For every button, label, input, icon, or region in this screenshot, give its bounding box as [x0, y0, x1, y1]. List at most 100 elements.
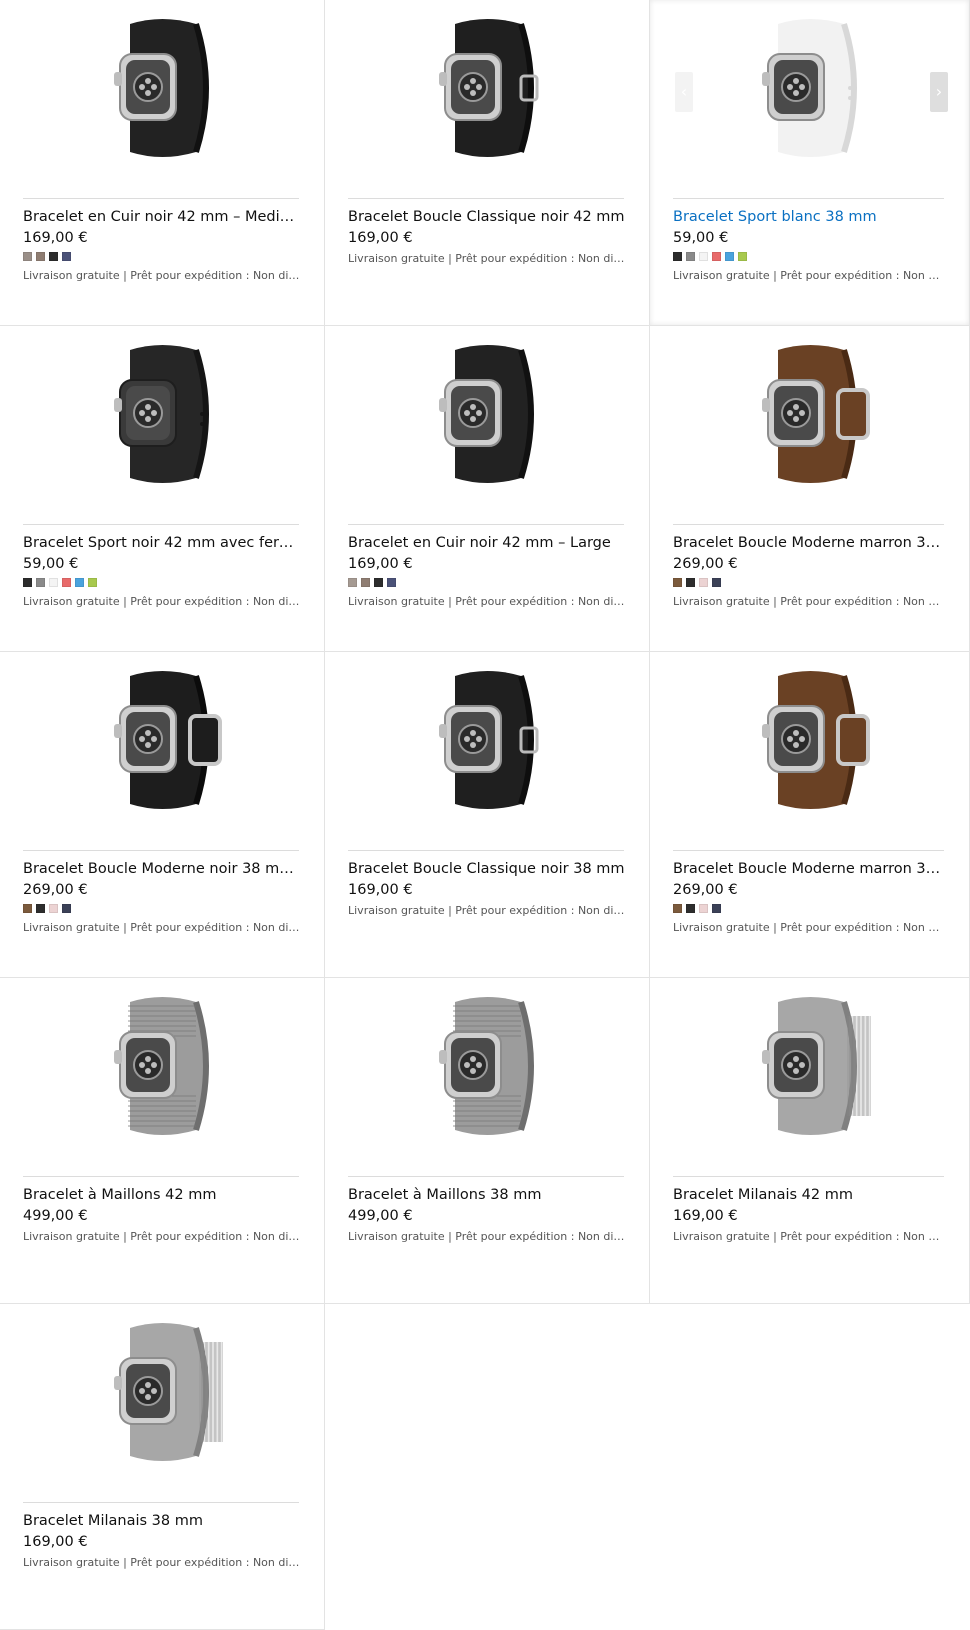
product-card[interactable]: Bracelet Milanais 42 mm 169,00 € Livraison…	[650, 978, 970, 1304]
shipping-info: Livraison gratuite | Prêt pour expéditio…	[673, 921, 945, 934]
color-swatch[interactable]	[49, 252, 58, 261]
color-swatch[interactable]	[725, 252, 734, 261]
product-image[interactable]	[92, 670, 232, 810]
product-image[interactable]	[417, 996, 557, 1136]
divider	[23, 198, 299, 199]
product-title[interactable]: Bracelet en Cuir noir 42 mm – Medium	[23, 209, 300, 225]
shipping-info: Livraison gratuite | Prêt pour expéditio…	[23, 269, 300, 282]
color-swatch[interactable]	[23, 578, 32, 587]
color-swatch[interactable]	[23, 904, 32, 913]
product-image[interactable]	[92, 344, 232, 484]
color-swatch[interactable]	[348, 578, 357, 587]
divider	[348, 524, 624, 525]
color-swatch[interactable]	[36, 252, 45, 261]
divider	[23, 850, 299, 851]
product-title[interactable]: Bracelet Boucle Moderne noir 38 mm – Med…	[23, 861, 300, 877]
color-swatches	[348, 578, 396, 588]
color-swatch[interactable]	[49, 904, 58, 913]
product-title[interactable]: Bracelet Boucle Moderne marron 38 mm – S…	[673, 535, 945, 551]
product-card[interactable]: Bracelet Milanais 38 mm 169,00 € Livraison…	[0, 1304, 325, 1630]
product-title[interactable]: Bracelet Boucle Moderne marron 38 mm – M…	[673, 861, 945, 877]
color-swatch[interactable]	[712, 904, 721, 913]
color-swatches	[23, 252, 71, 262]
product-image[interactable]	[740, 344, 880, 484]
shipping-info: Livraison gratuite | Prêt pour expéditio…	[23, 1556, 300, 1569]
product-title[interactable]: Bracelet Boucle Classique noir 42 mm	[348, 209, 625, 225]
product-image[interactable]	[92, 1322, 232, 1462]
product-card[interactable]: Bracelet Boucle Moderne marron 38 mm – M…	[650, 652, 970, 978]
color-swatch[interactable]	[686, 578, 695, 587]
product-card[interactable]: Bracelet Boucle Classique noir 38 mm 169,…	[325, 652, 650, 978]
product-image[interactable]	[417, 344, 557, 484]
color-swatch[interactable]	[23, 252, 32, 261]
product-card[interactable]: Bracelet à Maillons 38 mm 499,00 € Livrais…	[325, 978, 650, 1304]
color-swatch[interactable]	[673, 252, 682, 261]
divider	[348, 1176, 624, 1177]
color-swatch[interactable]	[36, 578, 45, 587]
color-swatches	[673, 252, 747, 262]
product-price: 499,00 €	[23, 1208, 88, 1224]
product-image[interactable]	[417, 670, 557, 810]
shipping-info: Livraison gratuite | Prêt pour expéditio…	[673, 595, 945, 608]
product-image[interactable]	[740, 18, 880, 158]
product-image[interactable]	[417, 18, 557, 158]
product-title[interactable]: Bracelet à Maillons 42 mm	[23, 1187, 300, 1203]
product-card[interactable]: Bracelet Boucle Classique noir 42 mm 169,…	[325, 0, 650, 326]
product-card[interactable]: Bracelet Sport noir 42 mm avec fermoir e…	[0, 326, 325, 652]
product-title[interactable]: Bracelet Milanais 38 mm	[23, 1513, 300, 1529]
product-title[interactable]: Bracelet Milanais 42 mm	[673, 1187, 945, 1203]
color-swatch[interactable]	[699, 252, 708, 261]
product-title[interactable]: Bracelet en Cuir noir 42 mm – Large	[348, 535, 625, 551]
color-swatch[interactable]	[75, 578, 84, 587]
product-title[interactable]: Bracelet Sport blanc 38 mm	[673, 209, 945, 225]
product-price: 169,00 €	[23, 230, 88, 246]
color-swatch[interactable]	[712, 578, 721, 587]
product-card[interactable]: Bracelet en Cuir noir 42 mm – Medium 169,…	[0, 0, 325, 326]
product-price: 59,00 €	[673, 230, 729, 246]
color-swatch[interactable]	[62, 578, 71, 587]
product-card[interactable]: Bracelet en Cuir noir 42 mm – Large 169,0…	[325, 326, 650, 652]
product-price: 499,00 €	[348, 1208, 413, 1224]
shipping-info: Livraison gratuite | Prêt pour expéditio…	[23, 595, 300, 608]
color-swatch[interactable]	[62, 252, 71, 261]
color-swatch[interactable]	[686, 252, 695, 261]
product-grid: Bracelet en Cuir noir 42 mm – Medium 169,…	[0, 0, 970, 1630]
color-swatch[interactable]	[387, 578, 396, 587]
shipping-info: Livraison gratuite | Prêt pour expéditio…	[673, 269, 945, 282]
product-image[interactable]	[92, 996, 232, 1136]
product-card[interactable]: Bracelet à Maillons 42 mm 499,00 € Livrais…	[0, 978, 325, 1304]
color-swatch[interactable]	[374, 578, 383, 587]
color-swatch[interactable]	[36, 904, 45, 913]
shipping-info: Livraison gratuite | Prêt pour expéditio…	[348, 252, 625, 265]
color-swatch[interactable]	[712, 252, 721, 261]
color-swatch[interactable]	[62, 904, 71, 913]
chevron-left-icon[interactable]: ‹	[675, 72, 693, 112]
product-title[interactable]: Bracelet Boucle Classique noir 38 mm	[348, 861, 625, 877]
product-title[interactable]: Bracelet à Maillons 38 mm	[348, 1187, 625, 1203]
chevron-right-icon[interactable]: ›	[930, 72, 948, 112]
color-swatches	[673, 578, 721, 588]
divider	[673, 198, 944, 199]
divider	[673, 1176, 944, 1177]
product-image[interactable]	[740, 670, 880, 810]
divider	[673, 850, 944, 851]
product-image[interactable]	[740, 996, 880, 1136]
product-card[interactable]: ‹ › Bracelet Sport blanc 38 mm 59,00 € Livra…	[650, 0, 970, 326]
color-swatch[interactable]	[673, 904, 682, 913]
color-swatch[interactable]	[686, 904, 695, 913]
color-swatch[interactable]	[49, 578, 58, 587]
product-title[interactable]: Bracelet Sport noir 42 mm avec fermoir e…	[23, 535, 300, 551]
product-price: 169,00 €	[673, 1208, 738, 1224]
divider	[23, 524, 299, 525]
divider	[348, 198, 624, 199]
product-image[interactable]	[92, 18, 232, 158]
product-card[interactable]: Bracelet Boucle Moderne noir 38 mm – Med…	[0, 652, 325, 978]
color-swatch[interactable]	[738, 252, 747, 261]
color-swatch[interactable]	[699, 578, 708, 587]
color-swatch[interactable]	[673, 578, 682, 587]
color-swatch[interactable]	[88, 578, 97, 587]
shipping-info: Livraison gratuite | Prêt pour expéditio…	[348, 1230, 625, 1243]
color-swatch[interactable]	[361, 578, 370, 587]
color-swatch[interactable]	[699, 904, 708, 913]
product-card[interactable]: Bracelet Boucle Moderne marron 38 mm – S…	[650, 326, 970, 652]
